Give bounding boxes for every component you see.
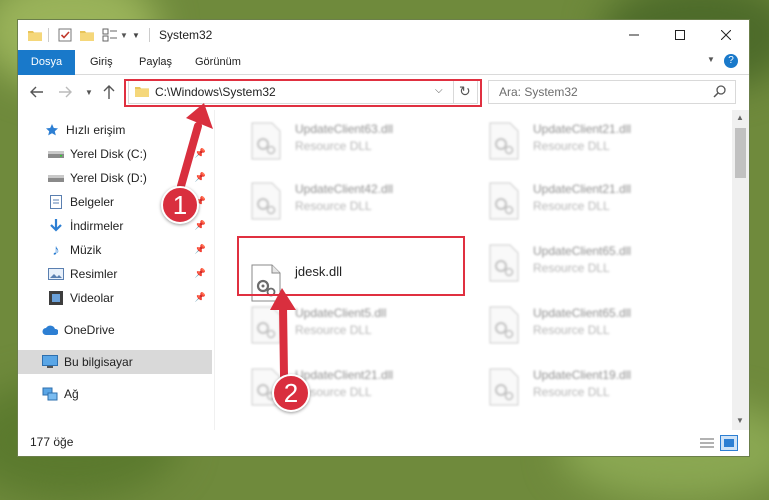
callout-number-2: 2: [272, 374, 310, 412]
arrow-1: [177, 122, 202, 190]
annotation-arrows: [177, 103, 296, 380]
arrow-2: [279, 302, 288, 380]
arrow-2-head: [270, 288, 296, 310]
callout-number-1: 1: [161, 186, 199, 224]
